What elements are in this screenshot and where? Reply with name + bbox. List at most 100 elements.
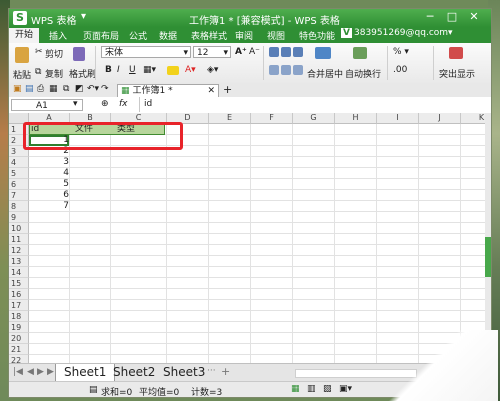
copy-button[interactable]: 复制 (45, 67, 63, 80)
print-icon[interactable]: ⎙ (37, 84, 44, 94)
tab-table-style[interactable]: 表格样式 (191, 29, 227, 42)
tab-view[interactable]: 视图 (267, 29, 285, 42)
wrap-text-icon[interactable] (353, 47, 367, 59)
row-header-8[interactable]: 8 (9, 201, 29, 212)
open-folder-icon[interactable]: ▣ (13, 84, 22, 94)
app-name-button[interactable]: WPS 表格 (31, 12, 76, 27)
clear-format-icon[interactable]: ◈▾ (207, 65, 218, 75)
scissors-icon[interactable]: ✂ (35, 47, 43, 57)
number-format-button[interactable]: % ▾ (393, 47, 409, 57)
column-header-h[interactable]: H (335, 113, 377, 124)
merge-center-icon[interactable] (315, 47, 331, 59)
account-menu[interactable]: V 383951269@qq.com▾ (341, 28, 453, 38)
row-header-13[interactable]: 13 (9, 256, 29, 267)
new-tab-button[interactable]: + (223, 83, 232, 96)
format-painter-icon[interactable] (73, 47, 85, 61)
save-icon[interactable]: ▤ (25, 84, 34, 94)
tab-page-layout[interactable]: 页面布局 (83, 29, 119, 42)
bold-button[interactable]: B (105, 65, 112, 75)
row-header-5[interactable]: 5 (9, 168, 29, 179)
vertical-scrollbar[interactable] (485, 113, 491, 363)
align-right-icon[interactable] (293, 65, 303, 75)
add-sheet-button[interactable]: + (221, 365, 230, 378)
copy-icon[interactable]: ⧉ (35, 67, 41, 77)
format-painter-icon[interactable]: ◩ (75, 84, 84, 94)
increase-font-icon[interactable]: A⁺ (235, 47, 247, 57)
redo-icon[interactable]: ↷ (101, 84, 109, 94)
align-left-icon[interactable] (269, 65, 279, 75)
minimize-button[interactable]: ─ (419, 10, 441, 24)
cell-a8[interactable]: 7 (31, 201, 69, 212)
row-header-6[interactable]: 6 (9, 179, 29, 190)
row-header-19[interactable]: 19 (9, 322, 29, 333)
cell-a4[interactable]: 3 (31, 157, 69, 168)
decrease-font-icon[interactable]: A⁻ (249, 47, 260, 57)
scrollbar-thumb[interactable] (485, 237, 491, 277)
align-middle-icon[interactable] (281, 47, 291, 57)
row-header-12[interactable]: 12 (9, 245, 29, 256)
cell-a5[interactable]: 4 (31, 168, 69, 179)
prev-sheet-icon[interactable]: ◀ (27, 367, 34, 377)
font-name-select[interactable]: 宋体 ▾ (101, 46, 191, 58)
decimal-icon[interactable]: .00 (393, 65, 407, 75)
column-header-e[interactable]: E (209, 113, 251, 124)
close-button[interactable]: ✕ (463, 10, 485, 24)
formula-input[interactable]: id (139, 97, 491, 112)
font-color-icon[interactable]: A▾ (185, 65, 196, 75)
app-menu-arrow-icon[interactable]: ▾ (81, 11, 86, 22)
document-tab[interactable]: ▦ 工作簿1 * ✕ (117, 84, 219, 98)
row-header-10[interactable]: 10 (9, 223, 29, 234)
column-header-f[interactable]: F (251, 113, 293, 124)
underline-button[interactable]: U (129, 65, 136, 75)
tab-insert[interactable]: 插入 (49, 29, 67, 42)
row-header-16[interactable]: 16 (9, 289, 29, 300)
row-header-20[interactable]: 20 (9, 333, 29, 344)
tab-data[interactable]: 数据 (159, 29, 177, 42)
row-header-21[interactable]: 21 (9, 344, 29, 355)
column-header-j[interactable]: J (419, 113, 461, 124)
row-header-17[interactable]: 17 (9, 300, 29, 311)
align-center-icon[interactable] (281, 65, 291, 75)
tab-formulas[interactable]: 公式 (129, 29, 147, 42)
column-header-i[interactable]: I (377, 113, 419, 124)
border-icon[interactable]: ▦▾ (143, 65, 156, 75)
format-painter-button[interactable]: 格式刷 (69, 67, 96, 80)
sheet-tab-3[interactable]: Sheet3 (155, 364, 213, 381)
highlight-button[interactable]: 突出显示 (439, 67, 475, 80)
reading-mode-icon[interactable]: ▣▾ (339, 384, 352, 394)
undo-icon[interactable]: ↶▾ (87, 84, 99, 94)
tab-review[interactable]: 审阅 (235, 29, 253, 42)
maximize-button[interactable]: □ (441, 10, 463, 24)
cut-button[interactable]: 剪切 (45, 47, 63, 60)
cell-a7[interactable]: 6 (31, 190, 69, 201)
chevron-down-icon[interactable]: ▾ (73, 99, 78, 109)
first-sheet-icon[interactable]: |◀ (13, 367, 23, 377)
row-header-15[interactable]: 15 (9, 278, 29, 289)
cell-a6[interactable]: 5 (31, 179, 69, 190)
highlight-icon[interactable] (449, 47, 463, 59)
row-header-18[interactable]: 18 (9, 311, 29, 322)
font-size-select[interactable]: 12 ▾ (193, 46, 231, 58)
zoom-icon[interactable]: ⊕ (101, 99, 109, 109)
spreadsheet-grid[interactable]: ABCDEFGHIJK 1 2 3 4 5 6 7 8 9 10 11 12 13 14 15 16 17 18 1… (9, 113, 491, 366)
page-break-view-icon[interactable]: ▧ (323, 384, 332, 394)
align-bottom-icon[interactable] (293, 47, 303, 57)
merge-center-button[interactable]: 合并居中 (307, 67, 343, 80)
row-header-9[interactable]: 9 (9, 212, 29, 223)
close-icon[interactable]: ✕ (207, 85, 215, 97)
tab-home[interactable]: 开始 (9, 28, 40, 43)
insert-function-button[interactable]: fx (119, 99, 128, 109)
italic-button[interactable]: I (117, 65, 120, 75)
row-header-14[interactable]: 14 (9, 267, 29, 278)
row-header-11[interactable]: 11 (9, 234, 29, 245)
row-header-4[interactable]: 4 (9, 157, 29, 168)
wrap-text-button[interactable]: 自动换行 (345, 67, 381, 80)
more-sheets-button[interactable]: ··· (207, 366, 216, 376)
normal-view-icon[interactable]: ▦ (291, 384, 300, 394)
copy-icon[interactable]: ⧉ (63, 84, 69, 94)
paste-icon[interactable] (15, 47, 29, 63)
fill-color-icon[interactable] (167, 66, 179, 75)
column-header-g[interactable]: G (293, 113, 335, 124)
next-sheet-icon[interactable]: ▶ (37, 367, 44, 377)
tab-special-features[interactable]: 特色功能 (299, 29, 335, 42)
